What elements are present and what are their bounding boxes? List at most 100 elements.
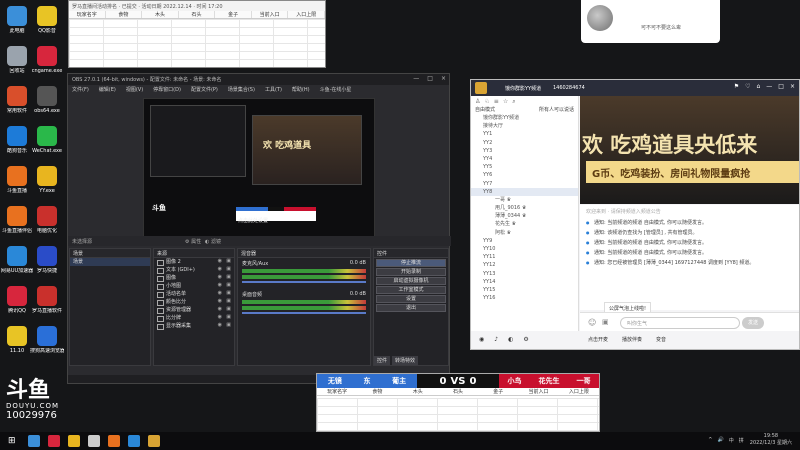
- menu-item[interactable]: 文件(F): [72, 86, 89, 94]
- minimize-icon[interactable]: —: [766, 83, 772, 90]
- source-item[interactable]: 显示器采集 ◉ ▣: [154, 322, 234, 330]
- maximize-icon[interactable]: □: [778, 83, 784, 90]
- pinyin-icon[interactable]: 拼: [739, 437, 744, 444]
- control-button[interactable]: 退出: [376, 304, 446, 312]
- eye-icon[interactable]: ◉: [218, 306, 222, 312]
- close-icon[interactable]: ×: [790, 83, 795, 90]
- scene-item[interactable]: 场景: [70, 258, 150, 266]
- obs-preview[interactable]: 欢 吃鸡道具 斗鱼 点击此处设置: [143, 98, 375, 240]
- desktop-icon[interactable]: 此电脑: [0, 6, 34, 34]
- channel-item[interactable]: 薄薄_0344 ♛: [471, 212, 578, 220]
- image-icon[interactable]: ▣: [602, 318, 609, 326]
- desktop-icon[interactable]: 酷狗音乐: [0, 126, 34, 154]
- source-item[interactable]: 图像 2 ◉ ▣: [154, 258, 234, 266]
- desktop-icon[interactable]: 搜狗高速浏览器: [30, 326, 64, 354]
- toolbar-button[interactable]: 播放伴奏: [622, 336, 642, 344]
- chat-popup[interactable]: 可不可不要这么卑: [581, 0, 720, 43]
- activity-sheet-window[interactable]: 罗马直播间活动排名 · 已提交 · 活动日期 2022.12.14 · 时间 1…: [68, 0, 326, 68]
- chat-input[interactable]: 叫你生气: [620, 317, 740, 329]
- source-item[interactable]: 图像 ◉ ▣: [154, 274, 234, 282]
- send-button[interactable]: 发送: [742, 317, 764, 329]
- mic-icon[interactable]: ♪: [494, 336, 498, 344]
- yy-banner[interactable]: 欢 吃鸡道具央低来 G币、吃鸡装扮、房间礼物限量疯抢: [580, 96, 799, 204]
- toolbar-button[interactable]: 变音: [656, 336, 666, 344]
- eye-icon[interactable]: ◉: [218, 266, 222, 272]
- channel-item[interactable]: YY16: [471, 294, 578, 302]
- home-icon[interactable]: [475, 82, 487, 94]
- source-item[interactable]: 比分牌 ◉ ▣: [154, 314, 234, 322]
- channel-item[interactable]: 一哥 ♛: [471, 196, 578, 204]
- eye-icon[interactable]: ◉: [218, 282, 222, 288]
- control-button[interactable]: 停止推流: [376, 259, 446, 267]
- lock-icon[interactable]: ▣: [226, 290, 231, 296]
- dock-tab[interactable]: 控件: [374, 356, 391, 365]
- channel-item[interactable]: YY8: [471, 187, 578, 196]
- desktop-icon[interactable]: 网易UU加速器: [0, 246, 34, 274]
- start-icon[interactable]: ⊞: [8, 435, 20, 447]
- menu-item[interactable]: 帮助(H): [292, 86, 310, 94]
- channel-item[interactable]: 花先生 ♛: [471, 220, 578, 228]
- channel-item[interactable]: YY11: [471, 253, 578, 261]
- menu-item[interactable]: 斗鱼-在线小星: [320, 86, 352, 94]
- desktop-icon[interactable]: 回收站: [0, 46, 34, 74]
- channel-item[interactable]: YY1: [471, 130, 578, 138]
- volume-slider[interactable]: [242, 312, 366, 314]
- channel-item[interactable]: 饿你群影YY频道: [471, 114, 578, 122]
- desktop-icon[interactable]: obs64.exe: [30, 86, 64, 114]
- channel-item[interactable]: YY5: [471, 163, 578, 171]
- ime-icon[interactable]: 中: [729, 437, 734, 444]
- menu-item[interactable]: 停靠窗口(D): [153, 86, 181, 94]
- channel-item[interactable]: YY7: [471, 180, 578, 188]
- lock-icon[interactable]: ▣: [226, 266, 231, 272]
- desktop-icon[interactable]: 11.10: [0, 326, 34, 354]
- control-button[interactable]: 工作室模式: [376, 286, 446, 294]
- channel-item[interactable]: YY10: [471, 245, 578, 253]
- eye-icon[interactable]: ◉: [218, 314, 222, 320]
- desktop-icon[interactable]: 常用软件: [0, 86, 34, 114]
- filters-button[interactable]: ◐ 滤镜: [205, 238, 221, 245]
- taskbar-app-icon[interactable]: [48, 435, 60, 447]
- taskbar-app-icon[interactable]: [88, 435, 100, 447]
- channel-item[interactable]: YY4: [471, 155, 578, 163]
- heart-icon[interactable]: ♡: [745, 83, 750, 90]
- source-item[interactable]: 资源管理器 ◉ ▣: [154, 306, 234, 314]
- source-item[interactable]: 小地图 ◉ ▣: [154, 282, 234, 290]
- lock-icon[interactable]: ▣: [226, 306, 231, 312]
- eye-icon[interactable]: ◉: [218, 258, 222, 264]
- menu-item[interactable]: 视图(V): [126, 86, 143, 94]
- star-icon[interactable]: ☆: [503, 98, 508, 105]
- volume-slider[interactable]: [242, 281, 366, 283]
- obs-window[interactable]: OBS 27.0.1 (64-bit, windows) - 配置文件: 未命名…: [67, 73, 451, 384]
- maximize-icon[interactable]: □: [427, 75, 433, 82]
- dock-tab[interactable]: 转场特效: [392, 356, 419, 365]
- lock-icon[interactable]: ▣: [226, 258, 231, 264]
- taskbar-app-icon[interactable]: [28, 435, 40, 447]
- desktop-icon[interactable]: WeChat.exe: [30, 126, 64, 154]
- emoji-icon[interactable]: ☺: [588, 318, 596, 327]
- lock-icon[interactable]: ▣: [226, 314, 231, 320]
- channel-item[interactable]: YY12: [471, 261, 578, 269]
- control-button[interactable]: 开始录制: [376, 268, 446, 276]
- channel-item[interactable]: YY3: [471, 147, 578, 155]
- group-icon[interactable]: ♘: [484, 98, 489, 105]
- flag-icon[interactable]: ⚑: [734, 83, 739, 90]
- eye-icon[interactable]: ◉: [218, 274, 222, 280]
- taskbar-app-icon[interactable]: [68, 435, 80, 447]
- channel-item[interactable]: YY9: [471, 237, 578, 245]
- menu-item[interactable]: 场景集合(S): [228, 86, 255, 94]
- channel-item[interactable]: YY13: [471, 270, 578, 278]
- channel-item[interactable]: 用几_9016 ♛: [471, 204, 578, 212]
- settings-icon[interactable]: ⚙: [523, 336, 528, 344]
- menu-item[interactable]: 配置文件(P): [191, 86, 218, 94]
- eye-icon[interactable]: ◉: [218, 290, 222, 296]
- desktop-icon[interactable]: cngame.exe: [30, 46, 64, 74]
- channel-item[interactable]: 接待大厅: [471, 122, 578, 130]
- menu-item[interactable]: 工具(T): [265, 86, 282, 94]
- user-icon[interactable]: ♙: [475, 98, 480, 105]
- control-button[interactable]: 启动虚拟摄像机: [376, 277, 446, 285]
- volume-icon[interactable]: 🔊: [718, 437, 724, 444]
- source-item[interactable]: 文本 (GDI+) ◉ ▣: [154, 266, 234, 274]
- channel-item[interactable]: YY2: [471, 139, 578, 147]
- search-icon[interactable]: ⌕: [512, 98, 515, 105]
- control-button[interactable]: 设置: [376, 295, 446, 303]
